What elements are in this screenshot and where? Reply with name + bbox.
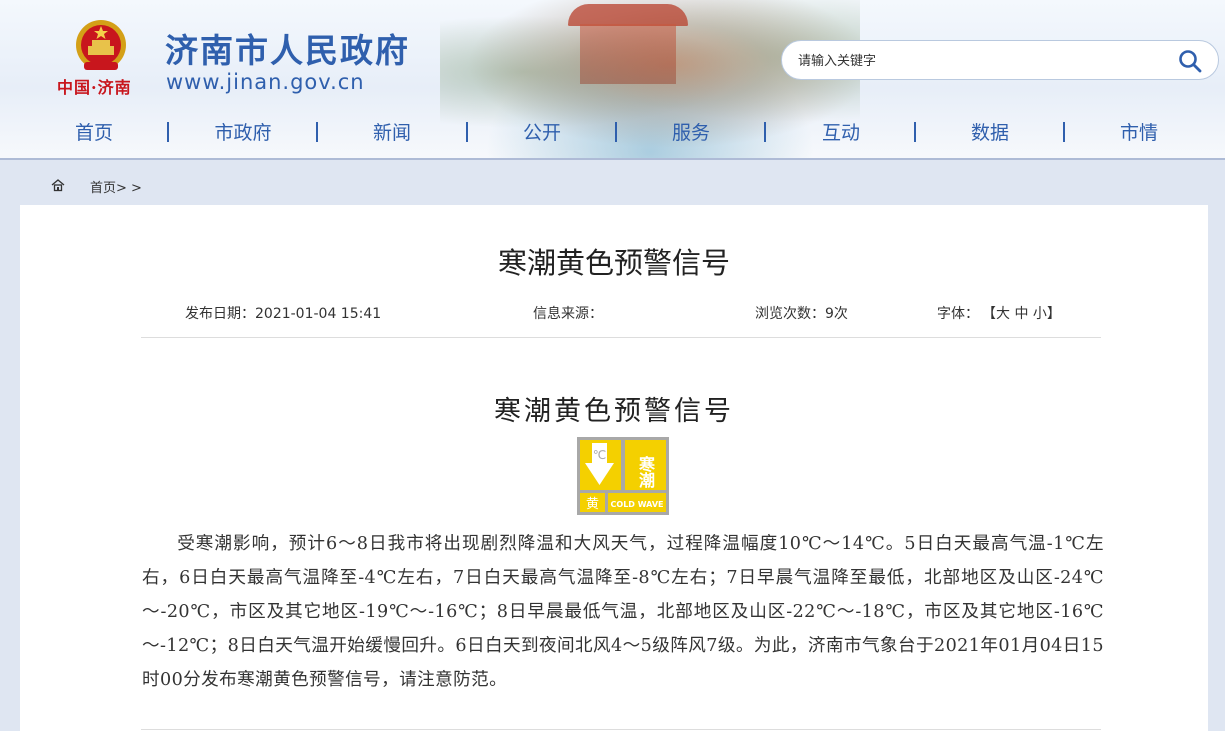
signal-label-right: COLD WAVE	[611, 500, 664, 509]
signal-label-top: 寒潮	[636, 455, 656, 489]
cold-wave-yellow-warning-icon: ℃ 寒潮 黄 COLD WAVE	[577, 437, 669, 515]
nav-item-news[interactable]: 新闻	[342, 118, 442, 148]
article-body: 受寒潮影响，预计6～8日我市将出现剧烈降温和大风天气，过程降温幅度10℃～14℃…	[142, 534, 1104, 690]
home-icon[interactable]	[51, 178, 65, 192]
nav-separator	[167, 122, 169, 142]
search-input[interactable]	[796, 50, 1160, 72]
publish-date: 发布日期：2021-01-04 15:41	[185, 306, 382, 322]
pavilion-graphic	[580, 24, 676, 84]
article-container: 寒潮黄色预警信号 发布日期：2021-01-04 15:41 信息来源： 浏览次…	[20, 205, 1208, 731]
header-bottom-bar	[0, 158, 1225, 160]
nav-separator	[466, 122, 468, 142]
site-header: 中国·济南 济南市人民政府 www.jinan.gov.cn 首页 市政府 新闻…	[0, 0, 1225, 160]
site-url[interactable]: www.jinan.gov.cn	[166, 70, 365, 94]
article-title: 寒潮黄色预警信号	[494, 396, 734, 427]
meta-divider	[141, 337, 1101, 338]
nav-item-data[interactable]: 数据	[940, 118, 1040, 148]
info-source: 信息来源：	[533, 306, 603, 322]
nav-item-interaction[interactable]: 互动	[791, 118, 891, 148]
font-size-label: 字体：	[937, 306, 979, 322]
nav-separator	[316, 122, 318, 142]
search-box	[781, 40, 1219, 80]
national-emblem-icon	[76, 20, 126, 70]
breadcrumb-home-link[interactable]: 首页> >	[90, 177, 142, 196]
emblem-caption: 中国·济南	[57, 78, 132, 97]
body-divider	[141, 729, 1101, 730]
nav-item-home[interactable]: 首页	[44, 118, 144, 148]
pavilion-roof-graphic	[568, 4, 688, 26]
nav-separator	[615, 122, 617, 142]
search-icon[interactable]	[1178, 49, 1202, 73]
breadcrumb: 首页> >	[20, 165, 1208, 205]
font-size-switcher[interactable]: 【大 中 小】	[982, 303, 1061, 323]
nav-item-city-info[interactable]: 市情	[1089, 118, 1189, 148]
view-count: 浏览次数：9次	[755, 306, 848, 322]
nav-item-open-info[interactable]: 公开	[492, 118, 592, 148]
main-nav: 首页 市政府 新闻 公开 服务 互动 数据 市情	[0, 118, 1225, 148]
page-title: 寒潮黄色预警信号	[497, 246, 730, 280]
site-title[interactable]: 济南市人民政府	[165, 24, 410, 72]
nav-separator	[1063, 122, 1065, 142]
nav-separator	[914, 122, 916, 142]
nav-item-government[interactable]: 市政府	[193, 118, 293, 148]
nav-item-services[interactable]: 服务	[641, 118, 741, 148]
nav-separator	[764, 122, 766, 142]
signal-label-left: 黄	[586, 497, 599, 512]
signal-symbol: ℃	[593, 448, 606, 462]
